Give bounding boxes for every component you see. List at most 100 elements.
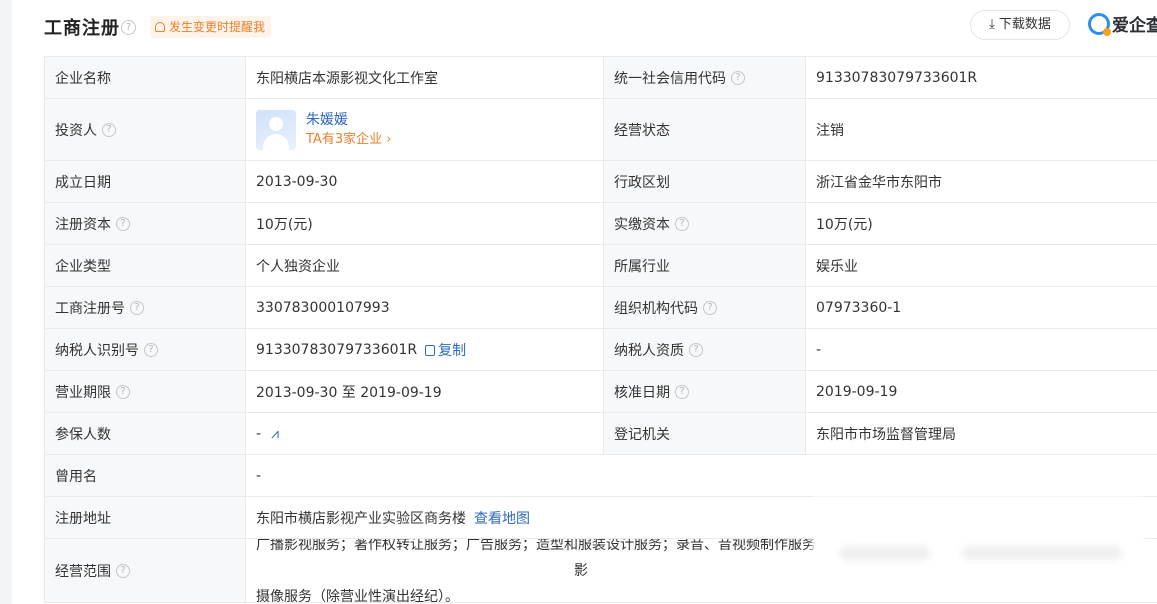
brand-logo[interactable]: 爱企查 [1088, 12, 1157, 40]
brand-name: 爱企查 [1112, 16, 1157, 36]
tax-id-text: 91330783079733601R [256, 341, 418, 358]
table-row: 营业期限? 2013-09-30 至 2019-09-19 核准日期? 2019… [45, 371, 1157, 413]
value-tax-qual: - [816, 341, 822, 358]
label-text: 统一社会信用代码 [614, 70, 726, 87]
label-paid-capital: 实缴资本? [604, 203, 806, 244]
label-status: 经营状态 [604, 99, 806, 160]
label-text: 工商注册号 [55, 300, 125, 317]
label-address: 注册地址 [45, 497, 246, 538]
label-text: 营业期限 [55, 384, 111, 401]
value-investor: 朱媛媛 TA有3家企业 › [246, 99, 604, 160]
copy-button[interactable]: 复制 [425, 340, 466, 360]
help-icon[interactable]: ? [731, 70, 745, 85]
help-icon[interactable]: ? [121, 20, 136, 35]
help-icon[interactable]: ? [102, 122, 116, 137]
value-paid-capital: 10万(元) [816, 216, 873, 233]
label-authority: 登记机关 [604, 413, 806, 454]
download-icon: ⤓ [989, 17, 995, 32]
help-icon[interactable]: ? [116, 384, 130, 399]
blurred-text [962, 546, 1122, 560]
value-org-code: 07973360-1 [816, 299, 902, 316]
label-text: 纳税人识别号 [55, 342, 139, 359]
label-text: 纳税人资质 [614, 342, 684, 359]
value-tax-id: 91330783079733601R 复制 [246, 329, 604, 370]
copy-icon [425, 344, 436, 356]
table-row: 企业类型 个人独资企业 所属行业 娱乐业 [45, 245, 1157, 287]
value-former-name: - [256, 467, 262, 484]
address-text: 东阳市横店影视产业实验区商务楼 [256, 510, 466, 527]
label-reg-no: 工商注册号? [45, 287, 246, 328]
blurred-text [840, 546, 930, 560]
help-icon[interactable]: ? [675, 216, 689, 231]
change-alert-label: 发生变更时提醒我 [169, 20, 266, 34]
help-icon[interactable]: ? [689, 342, 703, 357]
help-icon[interactable]: ? [130, 300, 144, 315]
left-panel-edge [0, 0, 12, 604]
value-term: 2013-09-30 至 2019-09-19 [246, 371, 604, 412]
investor-name-link[interactable]: 朱媛媛 [306, 110, 391, 130]
insured-text: - [256, 425, 262, 442]
label-insured: 参保人数 [45, 413, 246, 454]
avatar[interactable] [256, 109, 296, 150]
label-text: 注册资本 [55, 216, 111, 233]
label-text: 核准日期 [614, 384, 670, 401]
value-industry: 娱乐业 [816, 258, 858, 275]
value-insured: - ⩘ [246, 413, 604, 454]
table-row: 成立日期 2013-09-30 行政区划 浙江省金华市东阳市 [45, 161, 1157, 203]
value-status: 注销 [816, 122, 844, 139]
download-data-button[interactable]: ⤓ 下载数据 [970, 10, 1070, 40]
value-company-name: 东阳横店本源影视文化工作室 [246, 57, 604, 98]
view-map-link[interactable]: 查看地图 [474, 508, 530, 528]
table-row: 企业名称 东阳横店本源影视文化工作室 统一社会信用代码? 91330783079… [45, 57, 1157, 99]
label-region: 行政区划 [604, 161, 806, 202]
copy-label: 复制 [438, 342, 467, 359]
label-reg-capital: 注册资本? [45, 203, 246, 244]
trend-chart-icon[interactable]: ⩘ [271, 426, 279, 442]
value-approve-date: 2019-09-19 [816, 383, 898, 400]
label-company-name: 企业名称 [45, 57, 246, 98]
label-tax-id: 纳税人识别号? [45, 329, 246, 370]
help-icon[interactable]: ? [116, 216, 130, 231]
change-alert-button[interactable]: 发生变更时提醒我 [150, 16, 272, 38]
help-icon[interactable]: ? [116, 563, 130, 578]
label-former-name: 曾用名 [45, 455, 246, 496]
help-icon[interactable]: ? [703, 300, 717, 315]
download-label: 下载数据 [998, 17, 1051, 32]
value-found-date: 2013-09-30 [246, 161, 604, 202]
label-tax-qual: 纳税人资质? [604, 329, 806, 370]
investor-companies-link[interactable]: TA有3家企业 › [306, 130, 391, 150]
label-industry: 所属行业 [604, 245, 806, 286]
table-row: 注册资本? 10万(元) 实缴资本? 10万(元) [45, 203, 1157, 245]
label-text: 组织机构代码 [614, 300, 698, 317]
scope-line-2: 摄像服务（除营业性演出经纪）。 [256, 588, 459, 603]
brand-logo-icon [1088, 13, 1111, 36]
label-scope: 经营范围? [45, 539, 246, 602]
value-reg-capital: 10万(元) [246, 203, 604, 244]
bell-icon [155, 22, 165, 32]
label-text: 经营范围 [55, 563, 111, 580]
label-text: 实缴资本 [614, 216, 670, 233]
scope-line-1: 广播影视服务；著作权转让服务；广告服务；造型和服装设计服务；录音、音视频制作服务 [256, 539, 816, 553]
blurred-overlay [812, 496, 1144, 588]
label-text: 投资人 [55, 122, 97, 139]
label-term: 营业期限? [45, 371, 246, 412]
table-row: 工商注册号? 330783000107993 组织机构代码? 07973360-… [45, 287, 1157, 329]
label-company-type: 企业类型 [45, 245, 246, 286]
label-found-date: 成立日期 [45, 161, 246, 202]
label-org-code: 组织机构代码? [604, 287, 806, 328]
table-row: 投资人? 朱媛媛 TA有3家企业 › 经营状态 注销 [45, 99, 1157, 161]
value-authority: 东阳市市场监督管理局 [816, 426, 956, 443]
table-row: 曾用名 - [45, 455, 1157, 497]
help-icon[interactable]: ? [144, 342, 158, 357]
label-credit-code: 统一社会信用代码? [604, 57, 806, 98]
help-icon[interactable]: ? [675, 384, 689, 399]
table-row: 纳税人识别号? 91330783079733601R 复制 纳税人资质? - [45, 329, 1157, 371]
value-region: 浙江省金华市东阳市 [816, 174, 942, 191]
section-header: 工商注册 ? 发生变更时提醒我 ⤓ 下载数据 爱企查 [44, 0, 1157, 56]
label-approve-date: 核准日期? [604, 371, 806, 412]
value-company-type: 个人独资企业 [246, 245, 604, 286]
table-row: 参保人数 - ⩘ 登记机关 东阳市市场监督管理局 [45, 413, 1157, 455]
label-investor: 投资人? [45, 99, 246, 160]
section-title: 工商注册 [44, 18, 120, 39]
value-credit-code: 91330783079733601R [816, 69, 978, 86]
